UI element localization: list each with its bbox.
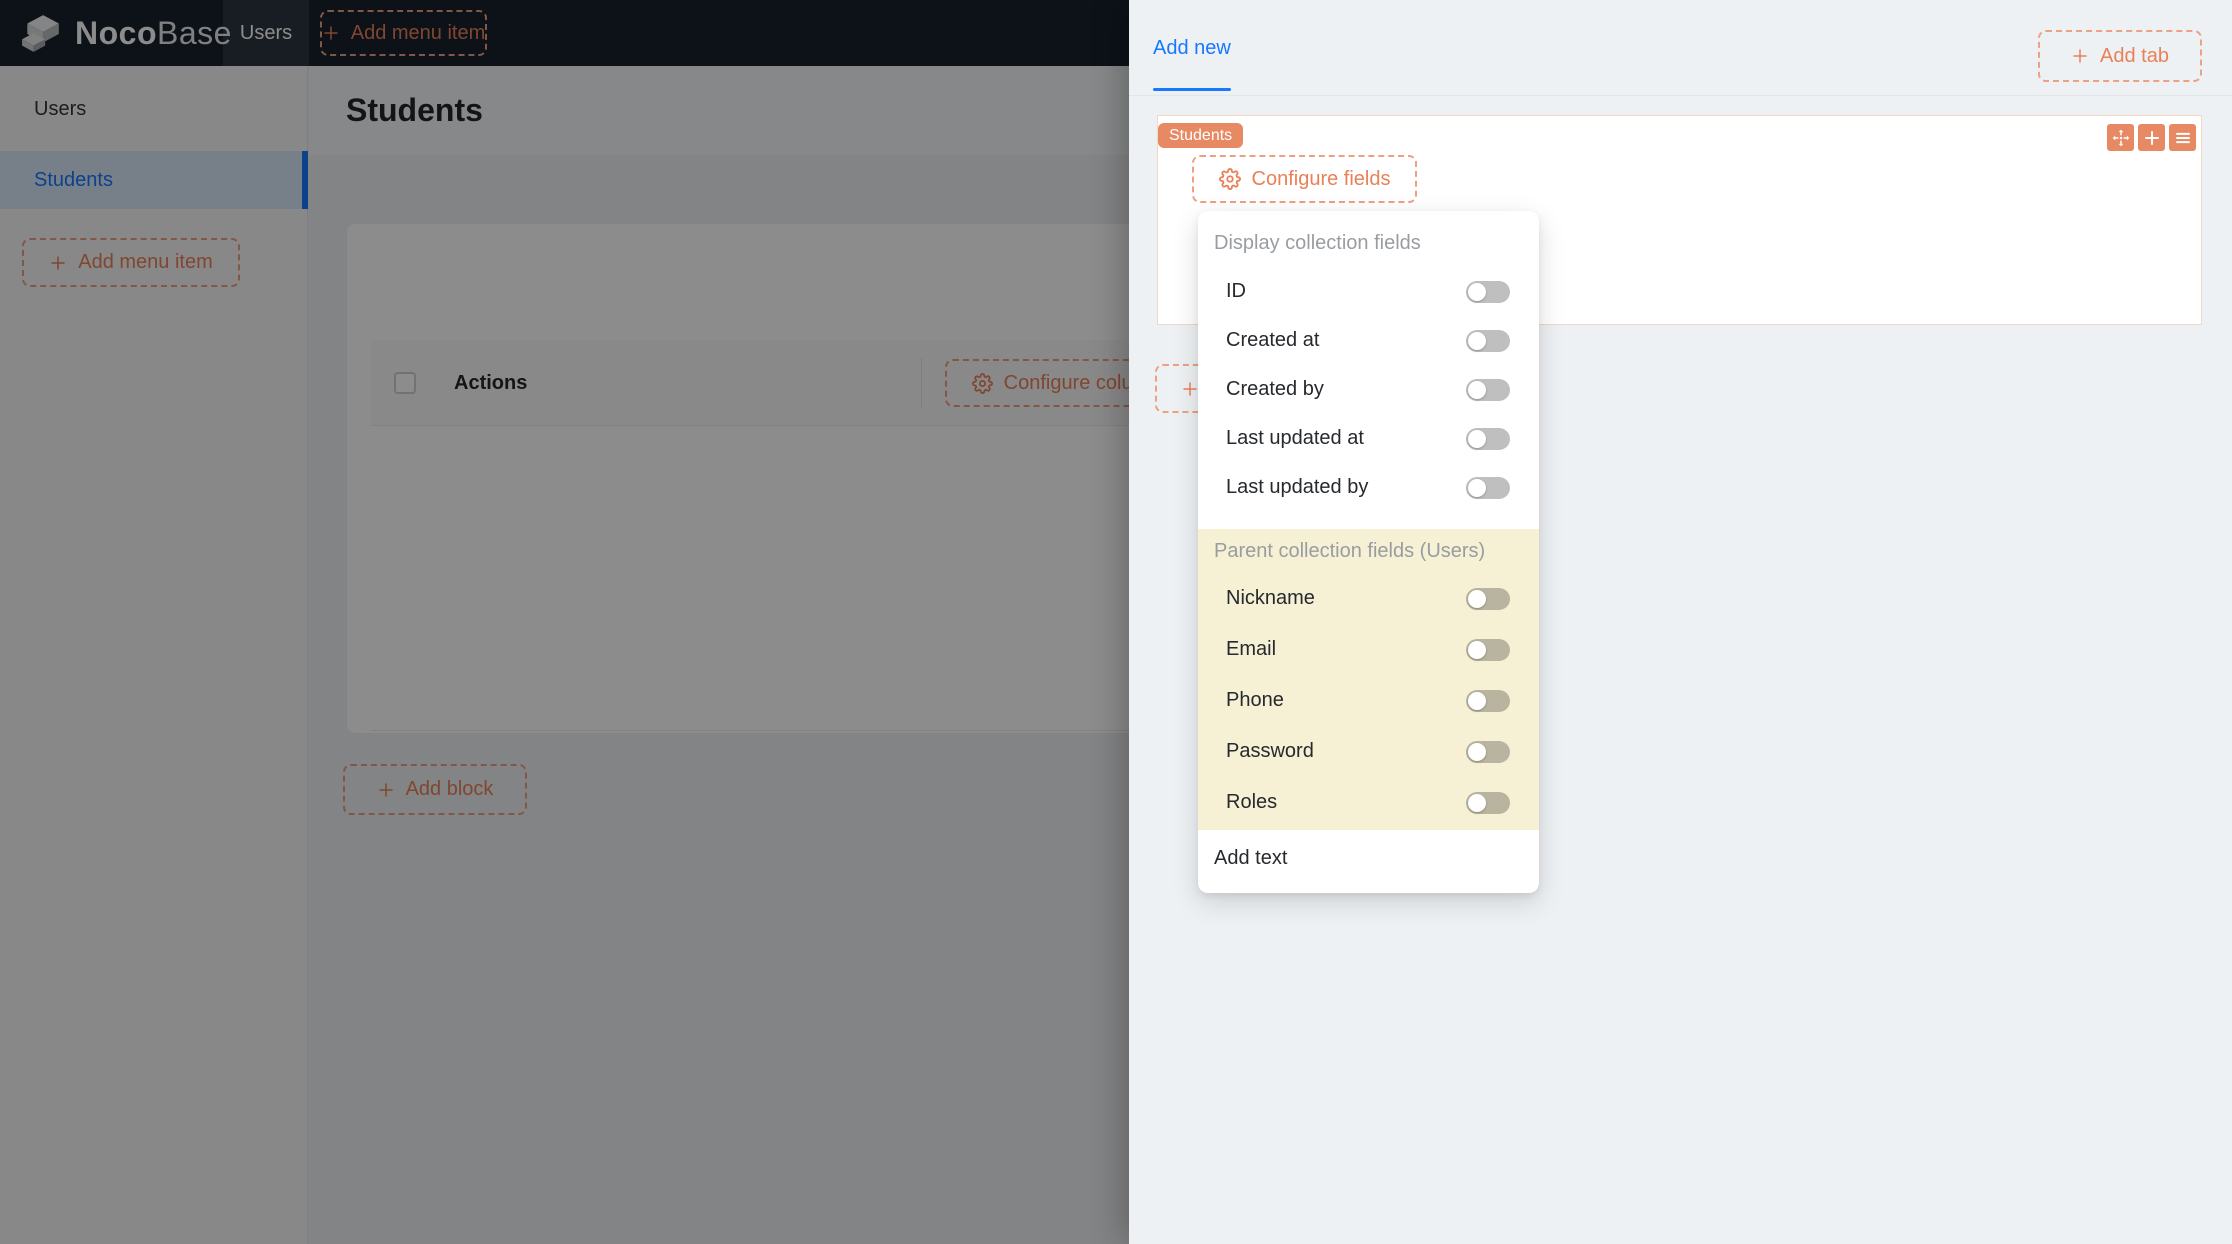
plus-icon[interactable] bbox=[2138, 124, 2165, 151]
toggle-switch[interactable] bbox=[1466, 587, 1510, 610]
block-collection-badge: Students bbox=[1158, 123, 1244, 148]
field-toggle-row[interactable]: Last updated by bbox=[1198, 463, 1539, 512]
add-new-drawer: Add new Add tab Students Configure field… bbox=[1129, 0, 2232, 1244]
field-toggle-row[interactable]: Roles bbox=[1198, 777, 1539, 828]
block-designer-toolbar bbox=[2107, 124, 2196, 151]
add-tab-button[interactable]: Add tab bbox=[2038, 30, 2202, 82]
group-title: Parent collection fields (Users) bbox=[1214, 539, 1486, 562]
field-toggle-row[interactable]: Created by bbox=[1198, 365, 1539, 414]
field-toggle-row[interactable]: Phone bbox=[1198, 675, 1539, 726]
toggle-switch[interactable] bbox=[1466, 476, 1510, 499]
configure-fields-button[interactable]: Configure fields bbox=[1192, 155, 1417, 203]
menu-icon[interactable] bbox=[2169, 124, 2196, 151]
drag-icon[interactable] bbox=[2107, 124, 2134, 151]
toggle-switch[interactable] bbox=[1466, 280, 1510, 303]
field-toggle-row[interactable]: Created at bbox=[1198, 316, 1539, 365]
field-toggle-row[interactable]: Email bbox=[1198, 624, 1539, 675]
field-toggle-row[interactable]: Last updated at bbox=[1198, 414, 1539, 463]
toggle-switch[interactable] bbox=[1466, 378, 1510, 401]
plus-icon bbox=[1183, 381, 1197, 396]
tab-add-new[interactable]: Add new bbox=[1153, 0, 1231, 96]
toggle-switch[interactable] bbox=[1466, 427, 1510, 450]
field-toggle-row[interactable]: Nickname bbox=[1198, 573, 1539, 624]
group-title: Display collection fields bbox=[1214, 231, 1421, 254]
toggle-switch[interactable] bbox=[1466, 791, 1510, 814]
display-collection-fields-group: Display collection fields ID Created at … bbox=[1198, 219, 1539, 512]
field-toggle-row[interactable]: ID bbox=[1198, 267, 1539, 316]
gear-icon bbox=[1218, 168, 1241, 190]
drawer-overlay-mask[interactable] bbox=[0, 0, 1129, 1244]
toggle-switch[interactable] bbox=[1466, 740, 1510, 763]
configure-fields-dropdown: Display collection fields ID Created at … bbox=[1198, 211, 1539, 893]
toggle-switch[interactable] bbox=[1466, 638, 1510, 661]
parent-collection-fields-group: Parent collection fields (Users) Nicknam… bbox=[1198, 529, 1539, 830]
plus-icon bbox=[2073, 49, 2087, 63]
toggle-switch[interactable] bbox=[1466, 689, 1510, 712]
field-toggle-row[interactable]: Password bbox=[1198, 726, 1539, 777]
drawer-tab-bar: Add new Add tab bbox=[1129, 0, 2232, 96]
toggle-switch[interactable] bbox=[1466, 329, 1510, 352]
add-text-menu-item[interactable]: Add text bbox=[1198, 830, 1539, 886]
